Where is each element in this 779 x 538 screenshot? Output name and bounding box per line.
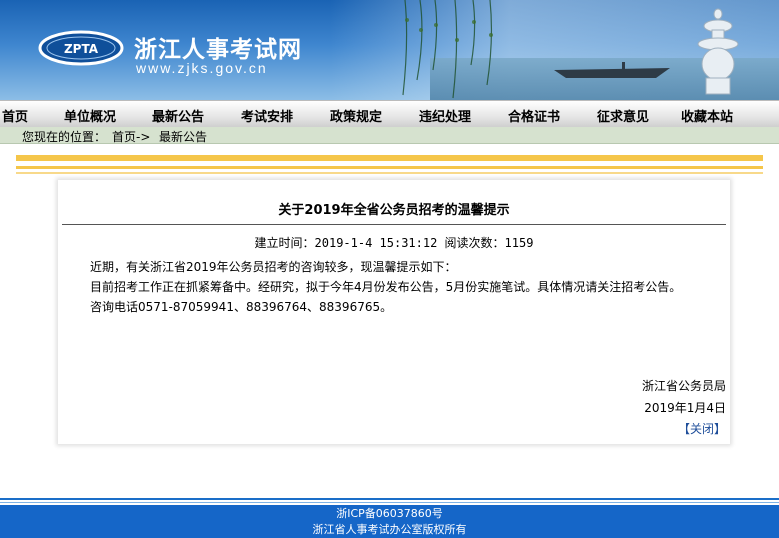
nav-item-about[interactable]: 单位概况	[64, 106, 116, 125]
footer-rule	[0, 498, 779, 500]
nav-item-latest-notices[interactable]: 最新公告	[152, 106, 204, 125]
breadcrumb-home-link[interactable]: 首页->	[112, 128, 150, 145]
breadcrumb-current: 最新公告	[159, 130, 208, 144]
article-title: 关于2019年全省公务员招考的温馨提示	[278, 203, 510, 218]
article-card: 关于2019年全省公务员招考的温馨提示 建立时间：2019-1-4 15:31:…	[58, 180, 730, 444]
footer-rule	[0, 502, 779, 503]
nav-item-feedback[interactable]: 征求意见	[597, 106, 649, 125]
site-title: 浙江人事考试网	[134, 36, 302, 63]
nav-item-exam-schedule[interactable]: 考试安排	[241, 106, 293, 125]
article-meta: 建立时间：2019-1-4 15:31:12 阅读次数：1159	[254, 236, 534, 250]
footer-copyright: 浙江省人事考试办公室版权所有	[312, 523, 467, 536]
decorative-stripe	[16, 172, 763, 174]
decorative-stripe	[16, 166, 763, 169]
nav-item-home[interactable]: 首页	[2, 106, 28, 125]
willow-branches-decoration	[402, 0, 493, 99]
breadcrumb: 您现在的位置： 首页-> 最新公告	[0, 127, 779, 144]
article-paragraph: 近期，有关浙江省2019年公务员招考的咨询较多，现温馨提示如下：	[90, 260, 457, 274]
nav-item-policies[interactable]: 政策规定	[330, 106, 382, 125]
site-footer: 浙ICP备06037860号 浙江省人事考试办公室版权所有	[0, 505, 779, 538]
title-divider	[62, 224, 726, 225]
nav-item-certificates[interactable]: 合格证书	[508, 106, 560, 125]
stone-pagoda-decoration	[697, 8, 739, 95]
signature-org: 浙江省公务员局	[641, 379, 726, 393]
breadcrumb-prefix: 您现在的位置：	[22, 130, 107, 144]
site-banner: ZPTA 浙江人事考试网 www.zjks.gov.cn	[0, 0, 779, 100]
svg-text:ZPTA: ZPTA	[64, 42, 99, 56]
boat-decoration	[554, 62, 670, 78]
nav-item-bookmark[interactable]: 收藏本站	[681, 106, 733, 125]
nav-item-violations[interactable]: 违纪处理	[419, 106, 471, 125]
article-paragraph: 咨询电话0571-87059941、88396764、88396765。	[90, 300, 393, 314]
site-url: www.zjks.gov.cn	[136, 60, 268, 76]
main-nav: 首页 单位概况 最新公告 考试安排 政策规定 违纪处理 合格证书 征求意见 收藏…	[0, 100, 779, 128]
zpta-logo: ZPTA	[38, 30, 124, 66]
close-link[interactable]: 【关闭】	[678, 420, 726, 437]
article-paragraph: 目前招考工作正在抓紧筹备中。经研究，拟于今年4月份发布公告，5月份实施笔试。具体…	[90, 280, 682, 294]
article-body: 近期，有关浙江省2019年公务员招考的咨询较多，现温馨提示如下： 目前招考工作正…	[62, 257, 726, 317]
decorative-stripe	[16, 155, 763, 161]
footer-icp[interactable]: 浙ICP备06037860号	[0, 505, 779, 521]
signature-date: 2019年1月4日	[644, 401, 726, 415]
